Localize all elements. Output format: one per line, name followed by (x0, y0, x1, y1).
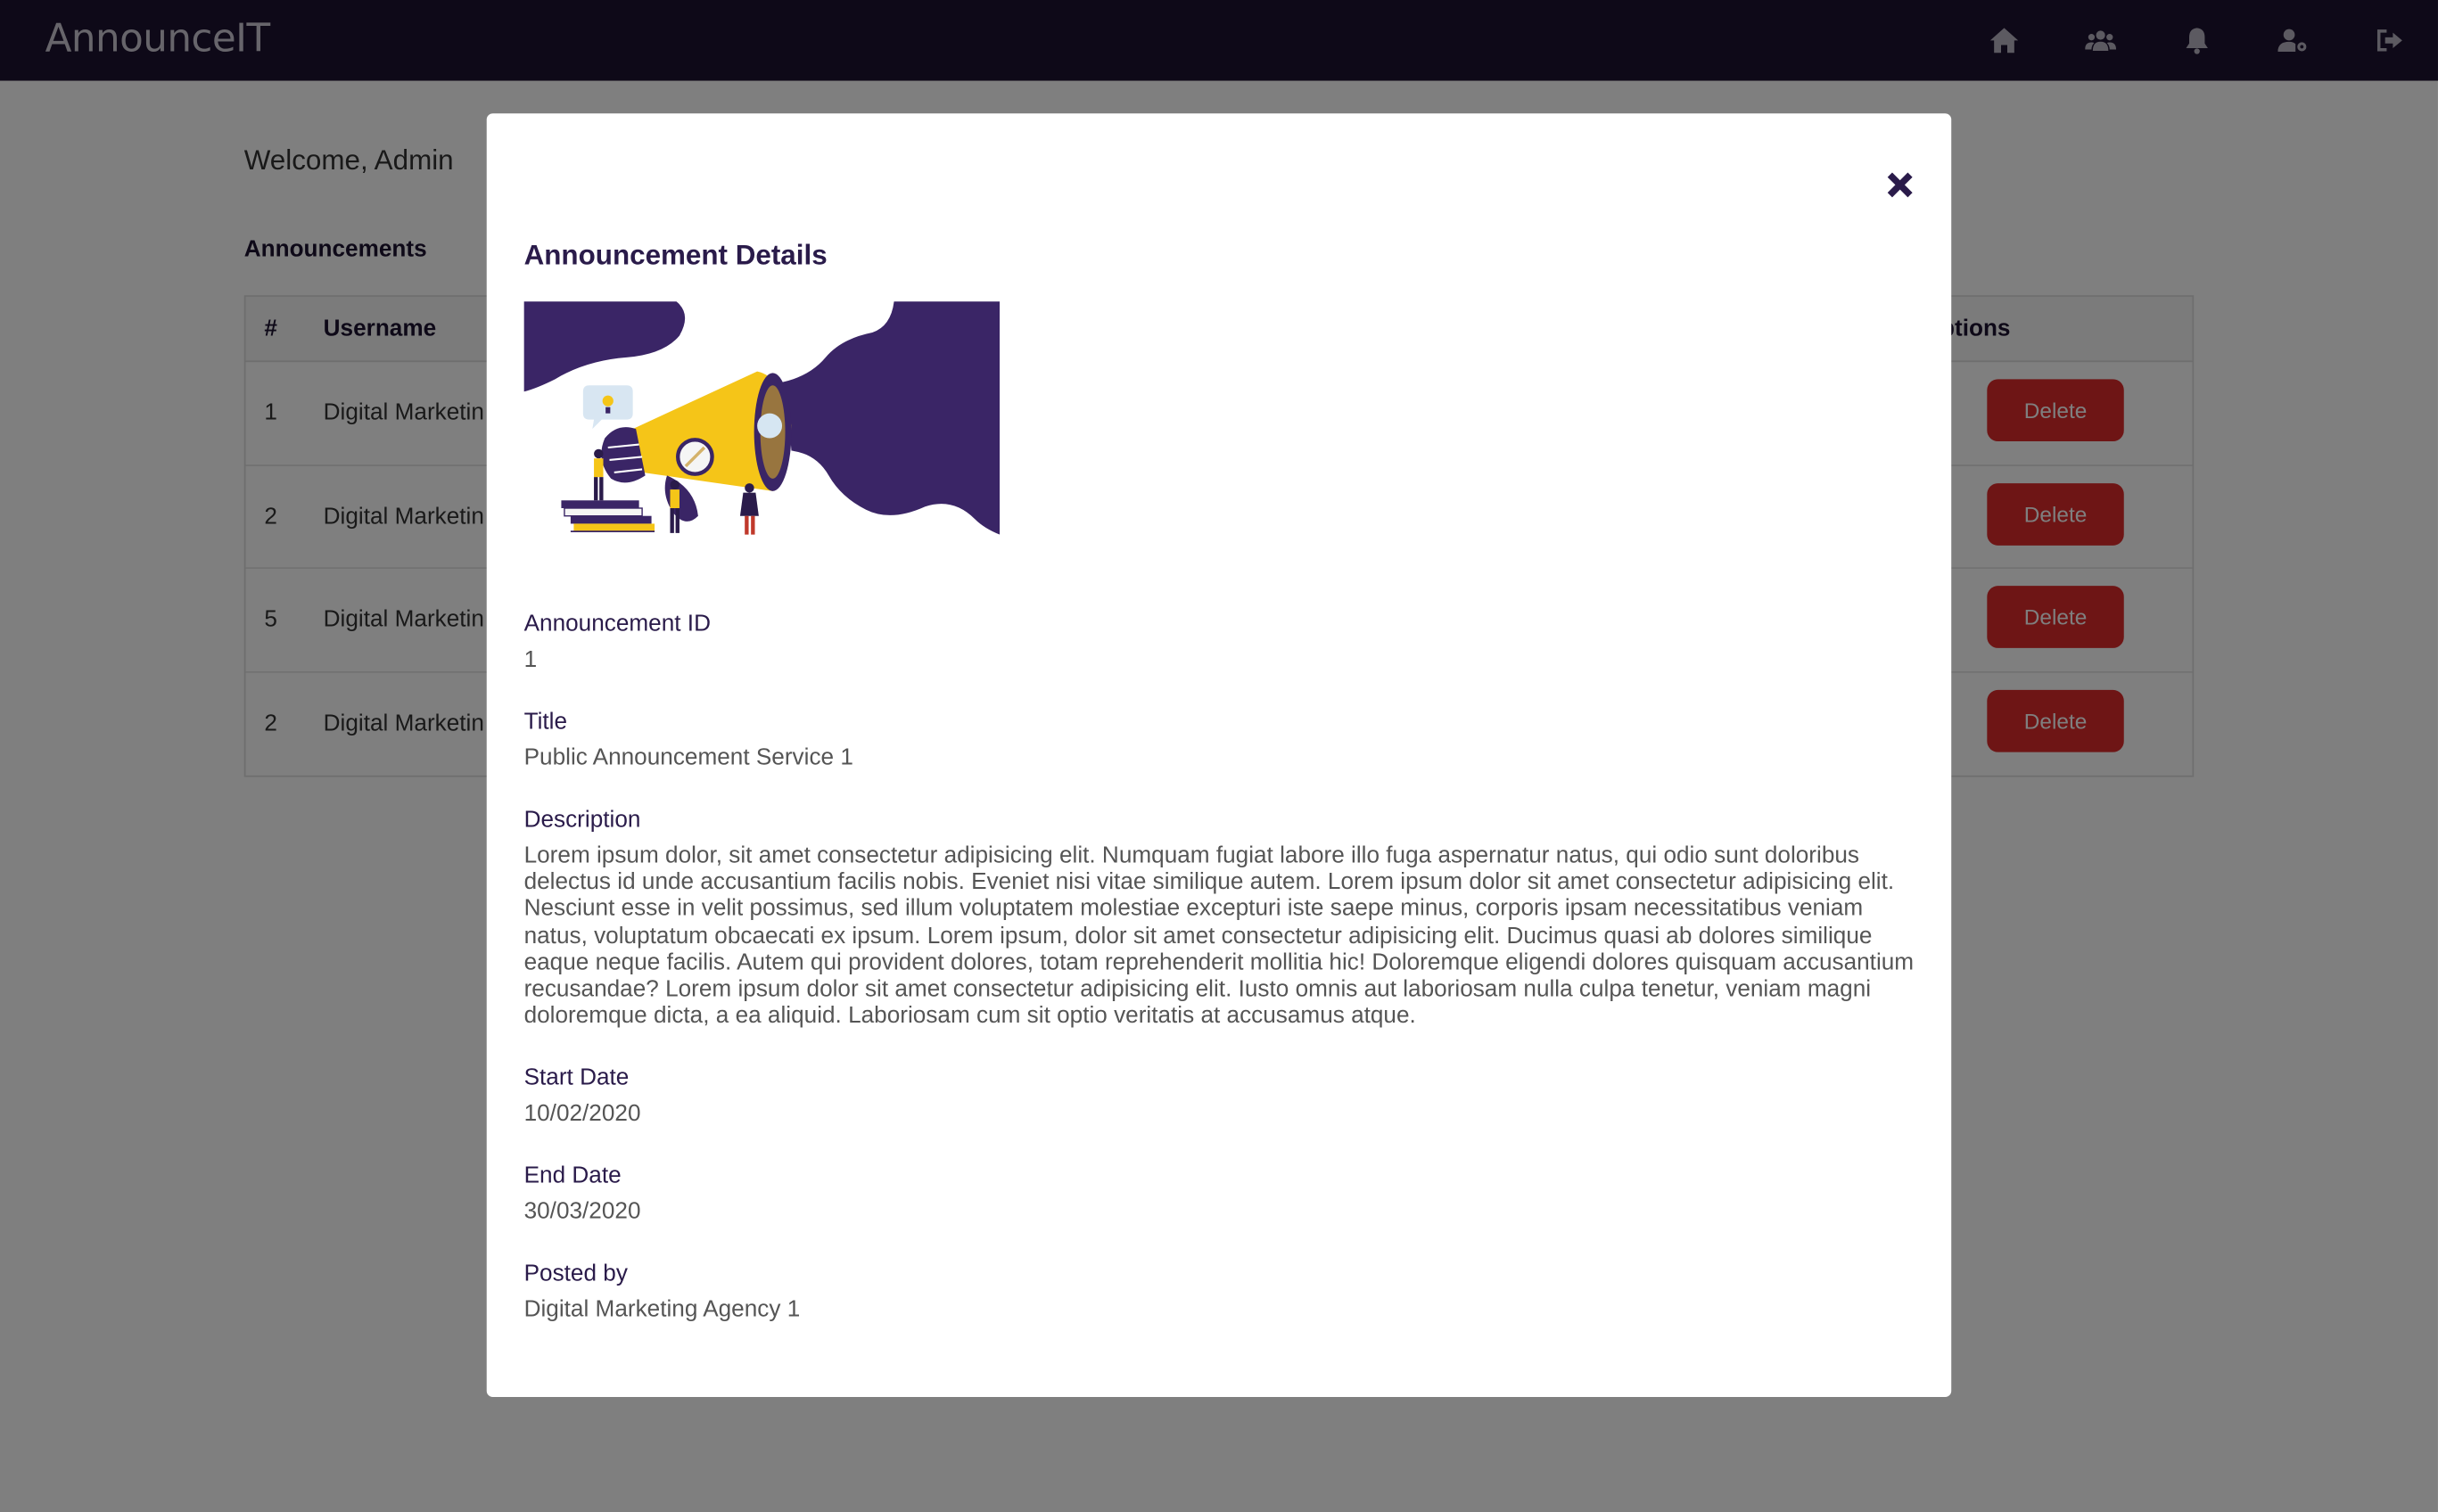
description-value: Lorem ipsum dolor, sit amet consectetur … (523, 842, 1915, 1030)
title-label: Title (523, 708, 568, 735)
modal-title: Announcement Details (523, 239, 828, 271)
close-icon[interactable] (1882, 167, 1919, 204)
start-date-label: Start Date (523, 1064, 630, 1091)
posted-by-value: Digital Marketing Agency 1 (523, 1295, 801, 1323)
megaphone-illustration (523, 301, 1001, 535)
end-date-label: End Date (523, 1162, 622, 1189)
announcement-id-value: 1 (523, 646, 538, 673)
title-value: Public Announcement Service 1 (523, 744, 853, 771)
posted-by-label: Posted by (523, 1260, 628, 1287)
announcement-id-label: Announcement ID (523, 611, 711, 637)
app-stage: AnnounceIT Welcome, Admin Announcements (0, 0, 2438, 1512)
start-date-value: 10/02/2020 (523, 1100, 641, 1127)
description-label: Description (523, 806, 641, 834)
announcement-details-modal: Announcement Details Announcement ID 1 T… (486, 113, 1952, 1398)
end-date-value: 30/03/2020 (523, 1197, 641, 1225)
